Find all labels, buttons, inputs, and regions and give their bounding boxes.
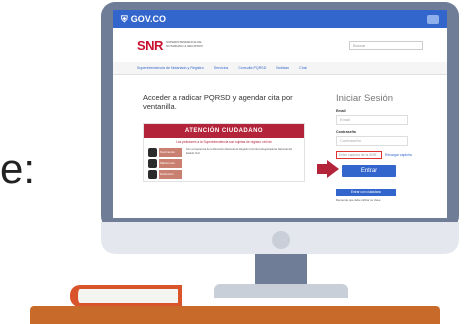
email-field[interactable]: Email [336, 115, 408, 125]
gov-menu-button[interactable] [427, 14, 439, 24]
password-field[interactable]: Contraseña [336, 136, 408, 146]
category-list: Nacimiento Matrimonio Defunción [148, 148, 182, 179]
captcha-row: Enter captcha de la SNR Recargar captcha [336, 151, 428, 159]
left-column: Acceder a radicar PQRSD y agendar cita p… [143, 93, 305, 202]
document-icon [148, 159, 157, 168]
browser-screen: ⛨ GOV.CO SNR SUPERINTENDENCIA DE NOTARIA… [113, 10, 447, 218]
monitor-stand-neck [255, 254, 307, 286]
nav-item[interactable]: Servicios [214, 66, 229, 70]
arrow-right-icon [327, 160, 339, 178]
nav-item[interactable]: Consulta PQRSD [238, 66, 266, 70]
snr-logo[interactable]: SNR [137, 38, 163, 53]
category-item[interactable]: Matrimonio [148, 159, 182, 168]
category-label: Nacimiento [159, 148, 182, 157]
atencion-panel: ATENCIÓN CIUDADANO Las peticiones a la S… [143, 123, 305, 182]
snr-logo-subtitle: SUPERINTENDENCIA DE NOTARIADO & REGISTRO [165, 40, 203, 48]
document-icon [148, 170, 157, 179]
gov-bar: ⛨ GOV.CO [113, 10, 447, 28]
site-header: SNR SUPERINTENDENCIA DE NOTARIADO & REGI… [113, 28, 447, 62]
document-icon [148, 148, 157, 157]
nav-item[interactable]: Noticias [276, 66, 289, 70]
email-label: Email [336, 109, 346, 113]
register-button[interactable]: Entrar con ciudadano [336, 189, 396, 196]
main-nav: Superintendencia de Notariado y Registro… [113, 62, 447, 75]
power-button [272, 231, 290, 249]
reload-captcha-link[interactable]: Recargar captcha [385, 153, 412, 157]
category-item[interactable]: Defunción [148, 170, 182, 179]
atencion-text: Son competencia de la Dirección Nacional… [186, 148, 292, 155]
desk-illustration [30, 306, 440, 324]
gov-logo[interactable]: ⛨ GOV.CO [121, 14, 166, 25]
nav-item[interactable]: Superintendencia de Notariado y Registro [137, 66, 204, 70]
monitor-stand-base [214, 284, 348, 298]
atencion-body: Nacimiento Matrimonio Defunción Son comp… [144, 146, 304, 181]
book-illustration [70, 285, 182, 307]
atencion-intro: Las peticiones a la Superintendencia son… [176, 140, 272, 144]
enter-button[interactable]: Entrar [342, 165, 396, 177]
shield-icon: ⛨ [121, 13, 128, 24]
category-label: Matrimonio [159, 159, 182, 168]
page-content: Acceder a radicar PQRSD y agendar cita p… [113, 75, 447, 202]
login-title: Iniciar Sesión [336, 93, 394, 104]
nav-item[interactable]: Chat [299, 66, 307, 70]
page-title: Acceder a radicar PQRSD y agendar cita p… [143, 93, 293, 111]
category-item[interactable]: Nacimiento [148, 148, 182, 157]
password-label: Contraseña [336, 130, 356, 134]
captcha-input[interactable]: Enter captcha de la SNR [336, 151, 382, 159]
category-label: Defunción [159, 170, 182, 179]
gov-logo-text: GOV.CO [130, 14, 166, 24]
forgot-password-text[interactable]: Recuerde que debe utilizar su clave [336, 198, 428, 202]
side-text: e: [0, 145, 36, 192]
search-input[interactable]: Buscar [349, 40, 423, 50]
login-panel: Iniciar Sesión Email Email Contraseña Co… [336, 93, 428, 202]
atencion-heading: ATENCIÓN CIUDADANO [144, 124, 304, 138]
